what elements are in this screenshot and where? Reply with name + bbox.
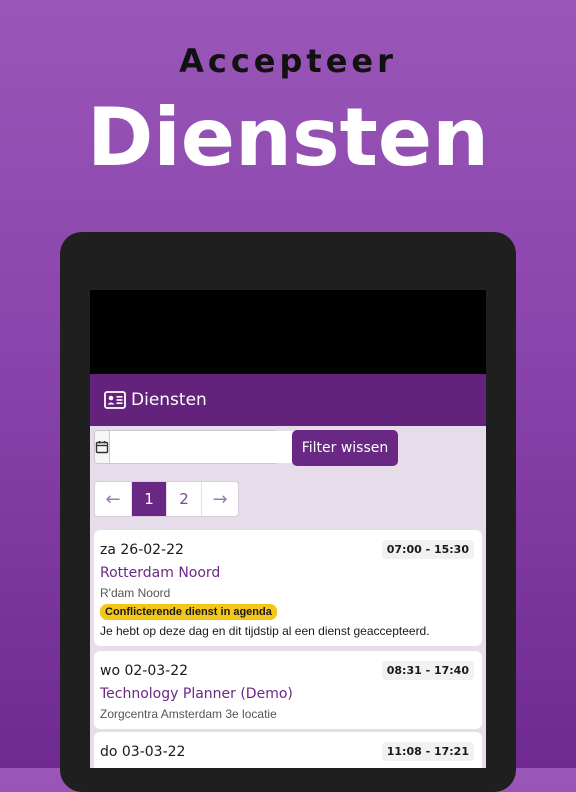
pagination-page-2[interactable]: 2 [167, 482, 202, 516]
shift-place: Rotterdam Noord [100, 565, 221, 581]
shift-location: Zorgcentra Amsterdam 3e locatie [100, 707, 277, 721]
shift-time: 11:08 - 17:21 [381, 742, 474, 761]
shift-time: 07:00 - 15:30 [381, 540, 474, 559]
id-card-icon [104, 391, 126, 409]
shift-card[interactable]: wo 02-03-22 08:31 - 17:40 Technology Pla… [94, 651, 482, 729]
shift-card[interactable]: za 26-02-22 07:00 - 15:30 Rotterdam Noor… [94, 530, 482, 646]
shift-location: R'dam Noord [100, 586, 171, 600]
shift-date: do 03-03-22 [100, 743, 186, 760]
app-bar: Diensten [90, 374, 486, 426]
conflict-note: Je hebt op deze dag en dit tijdstip al e… [100, 624, 430, 638]
status-bar-area [90, 290, 486, 374]
shift-place: Technology Planner (Demo) [100, 686, 293, 702]
app-screen: Diensten Filter wissen ← 1 2 → za 26-02-… [90, 290, 486, 768]
clear-filter-button[interactable]: Filter wissen [292, 430, 398, 466]
hero-title: Diensten [86, 91, 490, 184]
hero-subtitle: Accepteer [179, 42, 397, 80]
shift-card[interactable]: do 03-03-22 11:08 - 17:21 [94, 732, 482, 768]
shift-date: za 26-02-22 [100, 541, 184, 558]
shift-date: wo 02-03-22 [100, 662, 189, 679]
conflict-badge: Conflicterende dienst in agenda [100, 604, 277, 620]
shift-time: 08:31 - 17:40 [381, 661, 474, 680]
calendar-icon[interactable] [95, 431, 110, 463]
pagination: ← 1 2 → [94, 481, 239, 517]
pagination-next-button[interactable]: → [202, 482, 238, 516]
pagination-page-1[interactable]: 1 [132, 482, 167, 516]
app-bar-title: Diensten [131, 390, 207, 410]
pagination-prev-button[interactable]: ← [95, 482, 132, 516]
date-input[interactable] [110, 431, 307, 463]
date-filter [94, 430, 307, 464]
